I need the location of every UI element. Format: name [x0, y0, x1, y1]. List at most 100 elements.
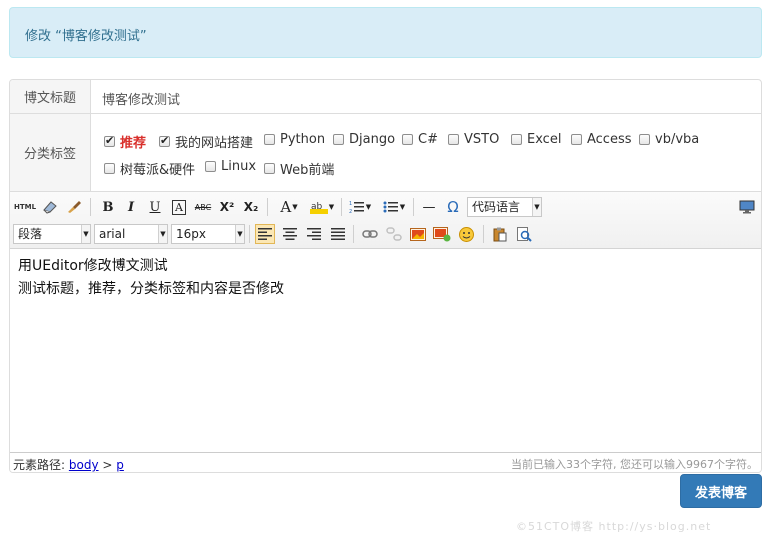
- font-color-glyph: A: [280, 198, 292, 216]
- checkbox-label: Web前端: [280, 163, 335, 178]
- checkbox-box[interactable]: [511, 134, 522, 145]
- svg-text:2: 2: [349, 209, 352, 214]
- toolbar-separator: [267, 198, 268, 216]
- category-label: 分类标签: [10, 114, 91, 191]
- align-center-icon[interactable]: [280, 224, 300, 244]
- element-path-body-link[interactable]: body: [69, 458, 99, 472]
- toolbar-separator: [249, 225, 250, 243]
- unordered-list-icon[interactable]: ▼: [380, 197, 408, 217]
- checkbox-box[interactable]: [104, 163, 115, 174]
- checkbox-box[interactable]: [264, 134, 275, 145]
- checkbox-box[interactable]: [448, 134, 459, 145]
- category-checkbox-django[interactable]: Django: [333, 132, 395, 147]
- checkbox-box[interactable]: [264, 163, 275, 174]
- element-path-label: 元素路径:: [13, 458, 66, 472]
- align-left-icon[interactable]: [255, 224, 275, 244]
- category-checkbox-tuijian[interactable]: 推荐: [104, 132, 146, 151]
- align-justify-icon[interactable]: [328, 224, 348, 244]
- title-input[interactable]: 博客修改测试: [102, 89, 180, 108]
- watermark-text: ©51CTO博客 http://ys·blog.net: [516, 520, 712, 533]
- checkbox-box[interactable]: [333, 134, 344, 145]
- category-checkbox-access[interactable]: Access: [571, 132, 632, 147]
- font-color-icon[interactable]: A ▼: [275, 197, 303, 217]
- category-checkbox-csharp[interactable]: C#: [402, 132, 438, 147]
- search-replace-icon[interactable]: [514, 224, 534, 244]
- category-checkbox-shumeipai[interactable]: 树莓派&硬件: [104, 159, 195, 178]
- element-path-separator: >: [102, 458, 113, 472]
- alert-text: 修改 “博客修改测试”: [25, 29, 147, 44]
- chevron-down-icon: ▼: [81, 225, 90, 243]
- content-line: 测试标题，推荐，分类标签和内容是否修改: [18, 281, 284, 297]
- checkbox-box[interactable]: [639, 134, 650, 145]
- checkbox-box[interactable]: [571, 134, 582, 145]
- paragraph-format-select[interactable]: 段落 ▼: [13, 224, 91, 244]
- element-path-p-link[interactable]: p: [116, 458, 124, 472]
- eraser-icon[interactable]: [40, 197, 60, 217]
- bold-icon[interactable]: B: [98, 197, 118, 217]
- checkbox-label: 我的网站搭建: [175, 136, 254, 151]
- category-row: 分类标签 推荐 我的网站搭建 Python Django C# VSTO Exc…: [10, 114, 761, 192]
- underline-icon[interactable]: U: [145, 197, 165, 217]
- fullscreen-icon[interactable]: [737, 197, 757, 217]
- editor-toolbar: HTML B I U A ABC X² X₂ A ▼ ab ▼ 1 2 ▼ ▼ …: [10, 192, 761, 249]
- checkbox-box[interactable]: [402, 134, 413, 145]
- italic-icon[interactable]: I: [121, 197, 141, 217]
- font-border-glyph: A: [172, 199, 186, 215]
- subscript-icon[interactable]: X₂: [241, 197, 261, 217]
- checkbox-label: Excel: [527, 132, 562, 147]
- chevron-down-icon: ▼: [365, 203, 372, 211]
- category-checkbox-vsto[interactable]: VSTO: [448, 132, 499, 147]
- font-family-value: arial: [99, 227, 126, 241]
- horizontal-rule-icon[interactable]: —: [419, 197, 439, 217]
- toolbar-separator: [413, 198, 414, 216]
- category-checkbox-vbvba[interactable]: vb/vba: [639, 132, 699, 147]
- highlight-color-icon[interactable]: ab ▼: [307, 197, 337, 217]
- editor-content-area[interactable]: 用UEditor修改博文测试 测试标题，推荐，分类标签和内容是否修改: [10, 249, 761, 452]
- toolbar-separator: [90, 198, 91, 216]
- font-family-select[interactable]: arial ▼: [94, 224, 168, 244]
- unlink-icon[interactable]: [384, 224, 404, 244]
- superscript-icon[interactable]: X²: [217, 197, 237, 217]
- title-label: 博文标题: [10, 80, 91, 113]
- checkbox-label: 推荐: [120, 136, 147, 151]
- toolbar-separator: [353, 225, 354, 243]
- element-path: 元素路径: body > p: [13, 456, 124, 472]
- svg-text:ab: ab: [311, 202, 323, 212]
- category-checkbox-python[interactable]: Python: [264, 132, 325, 147]
- link-icon[interactable]: [360, 224, 380, 244]
- checkbox-box[interactable]: [205, 161, 216, 172]
- html-source-icon[interactable]: HTML: [14, 197, 36, 217]
- paragraph-format-value: 段落: [18, 227, 43, 241]
- chevron-down-icon: ▼: [235, 225, 244, 243]
- toolbar-separator: [341, 198, 342, 216]
- paste-plain-icon[interactable]: [490, 224, 510, 244]
- emoticon-icon[interactable]: [456, 224, 476, 244]
- category-checkbox-wangzhan[interactable]: 我的网站搭建: [159, 132, 253, 151]
- checkbox-label: VSTO: [464, 132, 500, 147]
- checkbox-box[interactable]: [104, 134, 115, 147]
- category-checkbox-linux[interactable]: Linux: [205, 159, 256, 174]
- font-size-value: 16px: [176, 227, 206, 241]
- checkbox-label: Django: [349, 132, 396, 147]
- code-language-select[interactable]: 代码语言 ▼: [467, 197, 542, 217]
- category-checkbox-excel[interactable]: Excel: [511, 132, 561, 147]
- format-brush-icon[interactable]: [65, 197, 85, 217]
- strikethrough-icon[interactable]: ABC: [193, 197, 213, 217]
- align-right-icon[interactable]: [304, 224, 324, 244]
- toolbar-separator: [483, 225, 484, 243]
- checkbox-label: Access: [587, 132, 632, 147]
- word-count: 当前已输入33个字符, 您还可以输入9967个字符。: [511, 458, 758, 471]
- special-chars-icon[interactable]: Ω: [443, 197, 463, 217]
- chevron-down-icon: ▼: [399, 203, 406, 211]
- checkbox-label: Python: [280, 132, 326, 147]
- multi-image-icon[interactable]: [432, 224, 452, 244]
- font-border-icon[interactable]: A: [169, 197, 189, 217]
- category-checkbox-webfront[interactable]: Web前端: [264, 159, 334, 178]
- font-size-select[interactable]: 16px ▼: [171, 224, 245, 244]
- publish-blog-button[interactable]: 发表博客: [680, 474, 762, 508]
- chevron-down-icon: ▼: [328, 203, 335, 211]
- checkbox-box[interactable]: [159, 134, 170, 147]
- ordered-list-icon[interactable]: 1 2 ▼: [346, 197, 374, 217]
- image-icon[interactable]: [408, 224, 428, 244]
- content-line: 用UEditor修改博文测试: [18, 258, 168, 274]
